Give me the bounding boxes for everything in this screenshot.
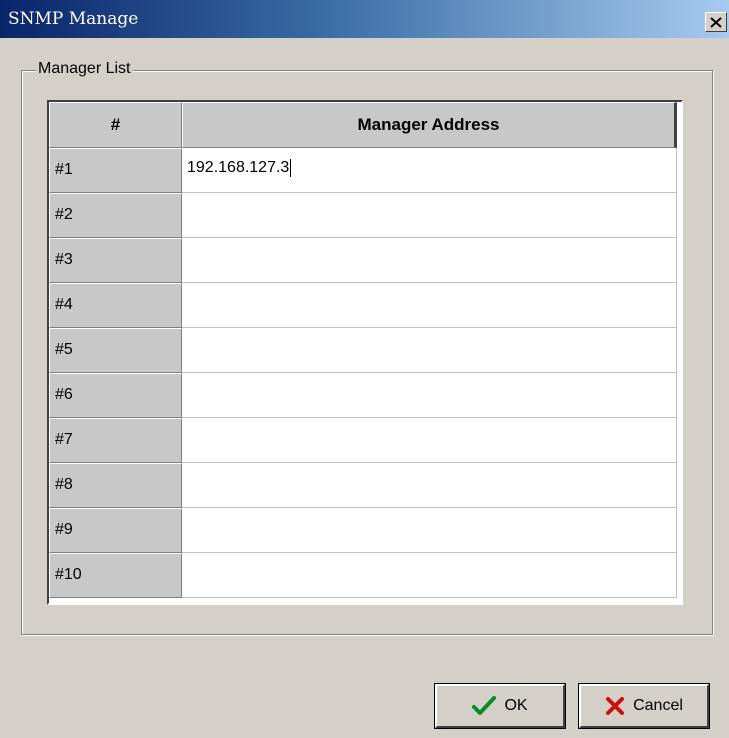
cancel-button[interactable]: Cancel <box>578 683 710 729</box>
table-header: # Manager Address <box>49 102 681 148</box>
close-icon <box>710 16 722 28</box>
manager-address-cell[interactable] <box>182 463 677 508</box>
manager-address-cell[interactable] <box>182 418 677 463</box>
manager-address-cell[interactable] <box>182 373 677 418</box>
table-row[interactable]: #10 <box>49 553 681 598</box>
manager-address-cell[interactable]: 192.168.127.3 <box>182 148 677 193</box>
table-row[interactable]: #7 <box>49 418 681 463</box>
row-number-cell: #6 <box>49 373 182 418</box>
row-number-cell: #1 <box>49 148 182 193</box>
snmp-manage-dialog: SNMP Manage Manager List # Manager Addre… <box>0 0 729 738</box>
manager-address-cell[interactable] <box>182 238 677 283</box>
ok-button[interactable]: OK <box>434 683 566 729</box>
manager-address-text: 192.168.127.3 <box>187 159 290 176</box>
row-number-cell: #9 <box>49 508 182 553</box>
close-button[interactable] <box>705 12 727 32</box>
row-number-cell: #2 <box>49 193 182 238</box>
manager-address-cell[interactable] <box>182 193 677 238</box>
row-number-cell: #3 <box>49 238 182 283</box>
manager-address-cell[interactable] <box>182 508 677 553</box>
window-title: SNMP Manage <box>8 9 139 29</box>
row-number-cell: #8 <box>49 463 182 508</box>
manager-list-label: Manager List <box>36 60 133 78</box>
table-row[interactable]: #8 <box>49 463 681 508</box>
manager-table[interactable]: # Manager Address #1 192.168.127.3 #2 #3 #4 #… <box>47 100 683 605</box>
row-number-cell: #4 <box>49 283 182 328</box>
table-row[interactable]: #9 <box>49 508 681 553</box>
cancel-label: Cancel <box>633 697 683 714</box>
table-row[interactable]: #6 <box>49 373 681 418</box>
row-number-cell: #10 <box>49 553 182 598</box>
text-cursor <box>290 159 292 177</box>
table-row[interactable]: #1 192.168.127.3 <box>49 148 681 193</box>
ok-label: OK <box>504 697 528 714</box>
row-number-cell: #7 <box>49 418 182 463</box>
manager-address-cell[interactable] <box>182 328 677 373</box>
table-row[interactable]: #5 <box>49 328 681 373</box>
table-row[interactable]: #2 <box>49 193 681 238</box>
manager-address-cell[interactable] <box>182 283 677 328</box>
x-icon <box>605 696 625 716</box>
column-header-address[interactable]: Manager Address <box>182 102 677 148</box>
table-row[interactable]: #3 <box>49 238 681 283</box>
column-header-number[interactable]: # <box>49 102 182 148</box>
title-bar[interactable]: SNMP Manage <box>0 0 729 38</box>
row-number-cell: #5 <box>49 328 182 373</box>
manager-address-cell[interactable] <box>182 553 677 598</box>
checkmark-icon <box>472 696 497 716</box>
table-row[interactable]: #4 <box>49 283 681 328</box>
